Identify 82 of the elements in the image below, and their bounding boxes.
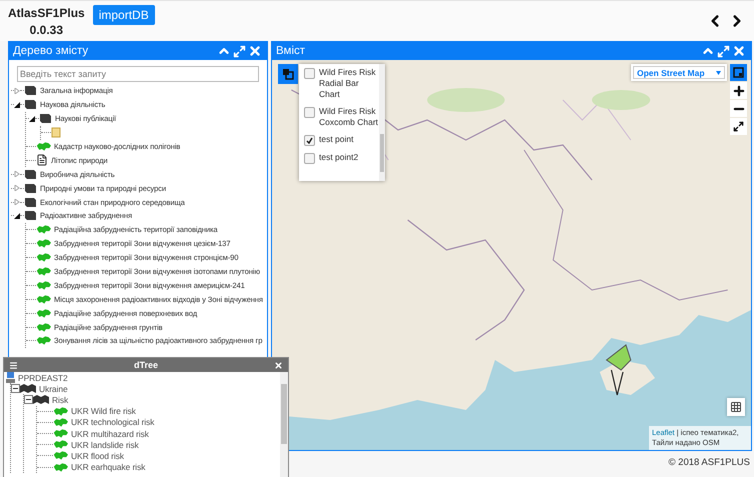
app-title: AtlasSF1Plus — [8, 6, 85, 20]
tree-item[interactable]: PPRDEAST2 — [18, 372, 68, 383]
window-title: dTree — [132, 360, 159, 370]
expanded-toggle-icon[interactable] — [14, 102, 20, 108]
region-shape-icon — [36, 142, 51, 151]
book-icon — [24, 210, 37, 222]
book-icon — [24, 196, 37, 208]
search-field[interactable]: Введіть текст запиту — [17, 66, 259, 82]
book-icon — [24, 168, 37, 180]
map-icon — [733, 67, 744, 78]
panel-title: Вміст — [276, 45, 306, 57]
map-layer-button[interactable] — [730, 64, 747, 81]
collapse-box-icon[interactable] — [24, 395, 33, 404]
collapsed-toggle-icon[interactable] — [14, 171, 20, 178]
region-shape-icon — [53, 418, 68, 427]
maximize-icon[interactable] — [232, 44, 247, 58]
book-icon — [24, 182, 37, 194]
maximize-icon[interactable] — [716, 44, 731, 58]
menu-icon[interactable] — [8, 360, 19, 370]
base-layer-select[interactable]: Open Street Map — [633, 66, 725, 79]
tree-item[interactable]: UKR flood risk — [71, 450, 124, 461]
scrollbar[interactable] — [379, 64, 385, 181]
tree-item[interactable]: UKR multihazard risk — [71, 428, 149, 439]
region-shape-icon — [36, 294, 51, 304]
open-book-icon — [20, 384, 36, 394]
region-shape-icon — [36, 280, 51, 290]
folder-icon — [51, 127, 61, 138]
collapse-box-icon[interactable] — [11, 384, 20, 394]
layer-checkbox[interactable] — [304, 153, 315, 164]
document-icon — [36, 154, 48, 166]
expanded-toggle-icon[interactable] — [14, 212, 20, 219]
scrollbar[interactable] — [280, 372, 288, 477]
layer-checkbox[interactable] — [304, 135, 315, 146]
grid-button[interactable] — [727, 398, 745, 416]
region-shape-icon — [36, 225, 51, 234]
region-shape-icon — [53, 462, 68, 472]
region-shape-icon — [36, 253, 51, 262]
tree-item[interactable]: UKR earhquake risk — [71, 462, 146, 472]
layer-label: test point2 — [319, 152, 360, 163]
copyright-text: © 2018 ASF1PLUS — [668, 456, 751, 468]
region-shape-icon — [36, 308, 51, 318]
panel-title: Дерево змісту — [13, 45, 90, 57]
open-book-icon — [33, 395, 49, 404]
dropdown-caret-icon — [716, 70, 721, 74]
region-shape-icon — [53, 429, 68, 438]
app-version: 0.0.33 — [30, 22, 64, 36]
region-shape-icon — [53, 440, 68, 450]
book-icon — [24, 99, 37, 110]
layer-checkbox[interactable] — [304, 68, 315, 79]
book-icon — [39, 113, 52, 124]
layer-label: Wild Fires Risk Coxcomb Chart — [319, 106, 379, 128]
layer-label: test point — [319, 134, 354, 145]
expanded-toggle-icon[interactable] — [29, 116, 35, 122]
layers-icon — [282, 68, 294, 80]
tree-item[interactable]: UKR Wild fire risk — [71, 406, 136, 416]
plus-icon — [732, 84, 746, 98]
tree-item[interactable]: UKR landslide risk — [71, 440, 139, 450]
region-shape-icon — [36, 267, 51, 276]
region-shape-icon — [53, 406, 68, 416]
tree-item[interactable]: Risk — [52, 394, 68, 405]
book-icon — [24, 85, 37, 96]
fullscreen-button[interactable] — [730, 118, 747, 135]
region-shape-icon — [53, 451, 68, 460]
zoom-out-button[interactable] — [730, 100, 747, 117]
region-shape-icon — [36, 239, 51, 248]
check-icon — [306, 137, 313, 144]
import-button[interactable]: importDB — [92, 5, 155, 25]
collapsed-toggle-icon[interactable] — [14, 185, 20, 192]
zoom-in-button[interactable] — [730, 82, 747, 99]
layer-checkbox[interactable] — [304, 107, 315, 118]
expand-arrows-icon — [733, 121, 744, 132]
layers-button[interactable] — [278, 64, 298, 84]
collapsed-toggle-icon[interactable] — [14, 199, 20, 206]
tree-item[interactable]: Ukraine — [39, 384, 68, 394]
grid-icon — [730, 401, 742, 413]
layer-label: Wild Fires Risk Radial Bar Chart — [319, 67, 377, 100]
tree-item[interactable]: UKR technological risk — [71, 417, 154, 428]
close-icon[interactable] — [273, 360, 284, 370]
server-icon — [6, 372, 15, 384]
region-shape-icon — [36, 336, 51, 346]
collapsed-toggle-icon[interactable] — [14, 88, 20, 94]
region-shape-icon — [36, 322, 51, 332]
